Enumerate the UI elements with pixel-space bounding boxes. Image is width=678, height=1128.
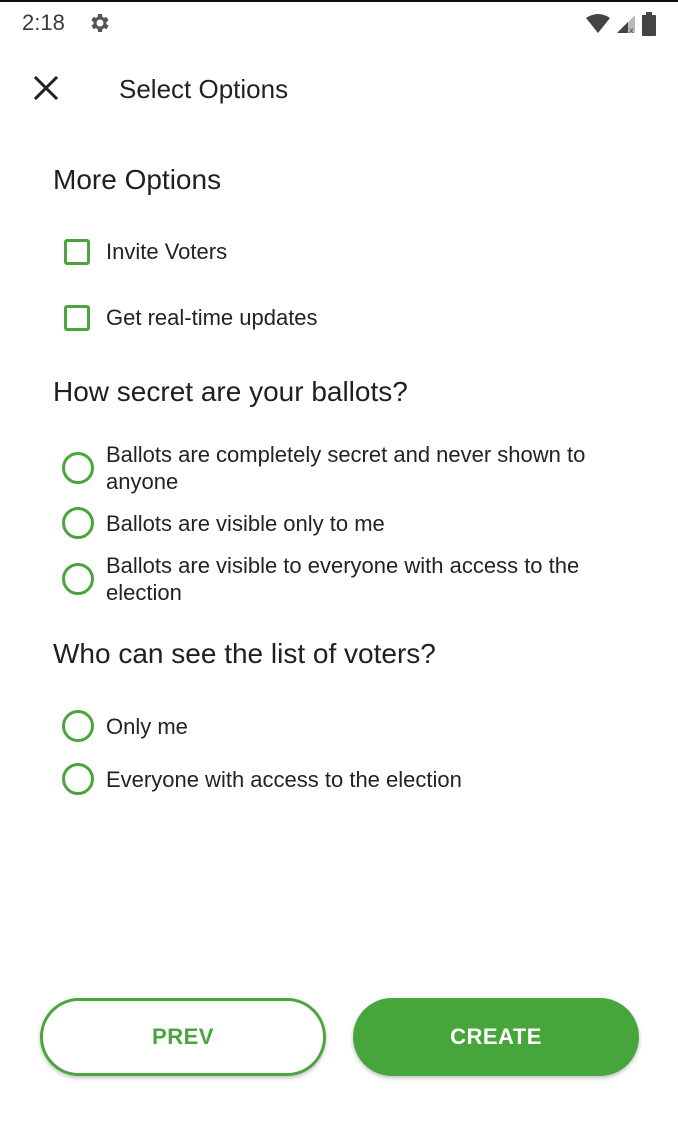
more-options-heading: More Options	[53, 164, 222, 195]
invite-voters-checkbox-row[interactable]: Invite Voters	[62, 238, 642, 265]
voters-only-me-radio-row[interactable]: Only me	[62, 710, 642, 742]
ballot-visible-me-radio[interactable]	[62, 507, 94, 539]
wifi-icon	[586, 14, 610, 33]
page-title: Select Options	[119, 74, 289, 104]
ballot-visible-all-label: Ballots are visible to everyone with acc…	[106, 553, 580, 605]
voter-list-heading: Who can see the list of voters?	[53, 638, 436, 669]
create-button[interactable]: CREATE	[353, 998, 639, 1076]
ballot-visible-me-label: Ballots are visible only to me	[106, 510, 385, 536]
realtime-updates-checkbox[interactable]	[64, 304, 90, 331]
ballot-secret-label: Ballots are completely secret and never …	[106, 442, 586, 494]
ballot-visible-all-radio[interactable]	[62, 563, 94, 595]
status-icons: x	[586, 12, 656, 36]
invite-voters-checkbox[interactable]	[64, 238, 90, 265]
ballot-secret-radio[interactable]	[62, 452, 94, 484]
voters-everyone-radio-row[interactable]: Everyone with access to the election	[62, 763, 642, 795]
voters-everyone-label: Everyone with access to the election	[106, 766, 462, 792]
voters-everyone-radio[interactable]	[62, 763, 94, 795]
voters-only-me-radio[interactable]	[62, 710, 94, 742]
status-bar: 2:18 x	[0, 0, 678, 44]
settings-gear-icon	[91, 14, 109, 32]
status-time: 2:18	[22, 10, 65, 35]
realtime-updates-label: Get real-time updates	[106, 305, 318, 330]
ballot-secret-radio-row[interactable]: Ballots are completely secret and never …	[62, 441, 642, 495]
signal-icon: x	[617, 15, 635, 34]
voters-only-me-label: Only me	[106, 713, 188, 739]
svg-text:x: x	[629, 26, 634, 34]
app-bar: Select Options	[0, 56, 678, 120]
ballot-secrecy-heading: How secret are your ballots?	[53, 376, 408, 407]
invite-voters-label: Invite Voters	[106, 239, 228, 264]
battery-icon	[642, 12, 656, 36]
ballot-visible-all-radio-row[interactable]: Ballots are visible to everyone with acc…	[62, 552, 642, 606]
realtime-updates-checkbox-row[interactable]: Get real-time updates	[62, 304, 642, 331]
ballot-visible-me-radio-row[interactable]: Ballots are visible only to me	[62, 507, 642, 539]
prev-button[interactable]: PREV	[40, 998, 326, 1076]
close-icon[interactable]	[28, 70, 64, 106]
